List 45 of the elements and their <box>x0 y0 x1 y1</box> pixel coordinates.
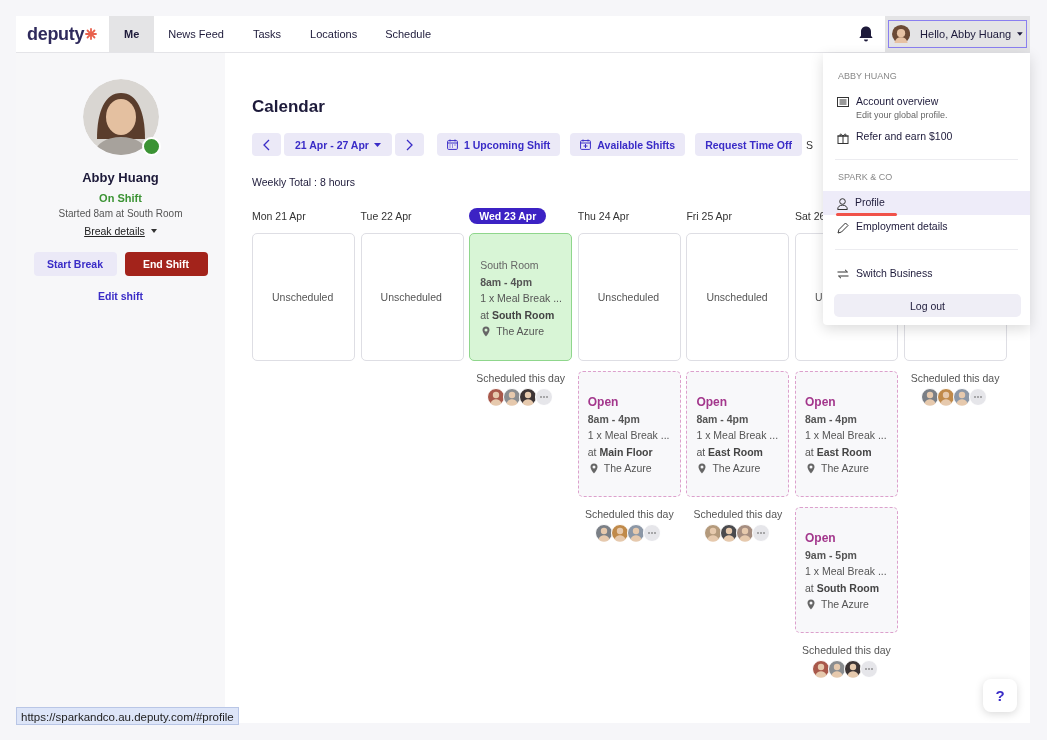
day-header: Wed 23 Apr <box>469 208 547 224</box>
scheduled-label: Scheduled this day <box>802 644 891 656</box>
shift-time: 8am - 4pm <box>804 411 858 427</box>
day-header: Mon 21 Apr <box>252 210 306 222</box>
day-header: Fri 25 Apr <box>686 210 732 222</box>
status-url: https://sparkandco.au.deputy.com/#profile <box>16 707 239 725</box>
shift-start-text: Started 8am at South Room <box>58 208 183 219</box>
scheduled-label: Scheduled this day <box>476 372 566 384</box>
scheduled-label: Scheduled this day <box>693 508 783 520</box>
shift-status: Open <box>804 394 837 411</box>
location-name: The Azure <box>603 461 652 476</box>
location-name: The Azure <box>820 597 869 612</box>
break-text: 1 x Meal Break ... <box>480 291 562 306</box>
shift-time: 8am - 4pm <box>696 411 750 427</box>
scheduled-label: Scheduled this day <box>910 372 1000 384</box>
shift-room: at East Room <box>696 444 764 460</box>
shift-status: Open <box>587 394 620 411</box>
shift-time: 9am - 5pm <box>804 547 858 563</box>
logo-text: deputy <box>27 23 85 45</box>
break-text: 1 x Meal Break ... <box>587 428 671 443</box>
shift-area: South Room <box>480 257 562 274</box>
scheduled-label: Scheduled this day <box>584 508 674 520</box>
shift-time: 8am - 4pm <box>480 274 534 290</box>
profile-name: Abby Huang <box>82 170 159 185</box>
location-name: The Azure <box>496 324 545 339</box>
shift-room: at Main Floor <box>587 444 654 460</box>
day-header: Tue 22 Apr <box>360 210 412 222</box>
location-name: The Azure <box>712 461 761 476</box>
break-text: 1 x Meal Break ... <box>804 564 888 579</box>
break-text: 1 x Meal Break ... <box>696 428 780 443</box>
shift-room: at South Room <box>480 307 556 323</box>
shift-time: 8am - 4pm <box>587 411 641 427</box>
toolbar-text: S <box>805 138 813 151</box>
menu-section-heading: SPARK & CO <box>837 172 894 182</box>
menu-section-heading: ABBY HUANG <box>837 71 898 81</box>
day-header: Thu 24 Apr <box>577 210 630 222</box>
shift-status: Open <box>696 394 729 411</box>
shift-room: at East Room <box>804 444 873 460</box>
page-title: Calendar <box>252 97 325 117</box>
shift-status: On Shift <box>99 192 142 204</box>
shift-status: Open <box>804 530 837 547</box>
location-name: The Azure <box>820 461 869 476</box>
break-text: 1 x Meal Break ... <box>804 428 888 443</box>
weekly-total: Weekly Total : 8 hours <box>252 176 355 188</box>
shift-room: at South Room <box>804 580 881 596</box>
